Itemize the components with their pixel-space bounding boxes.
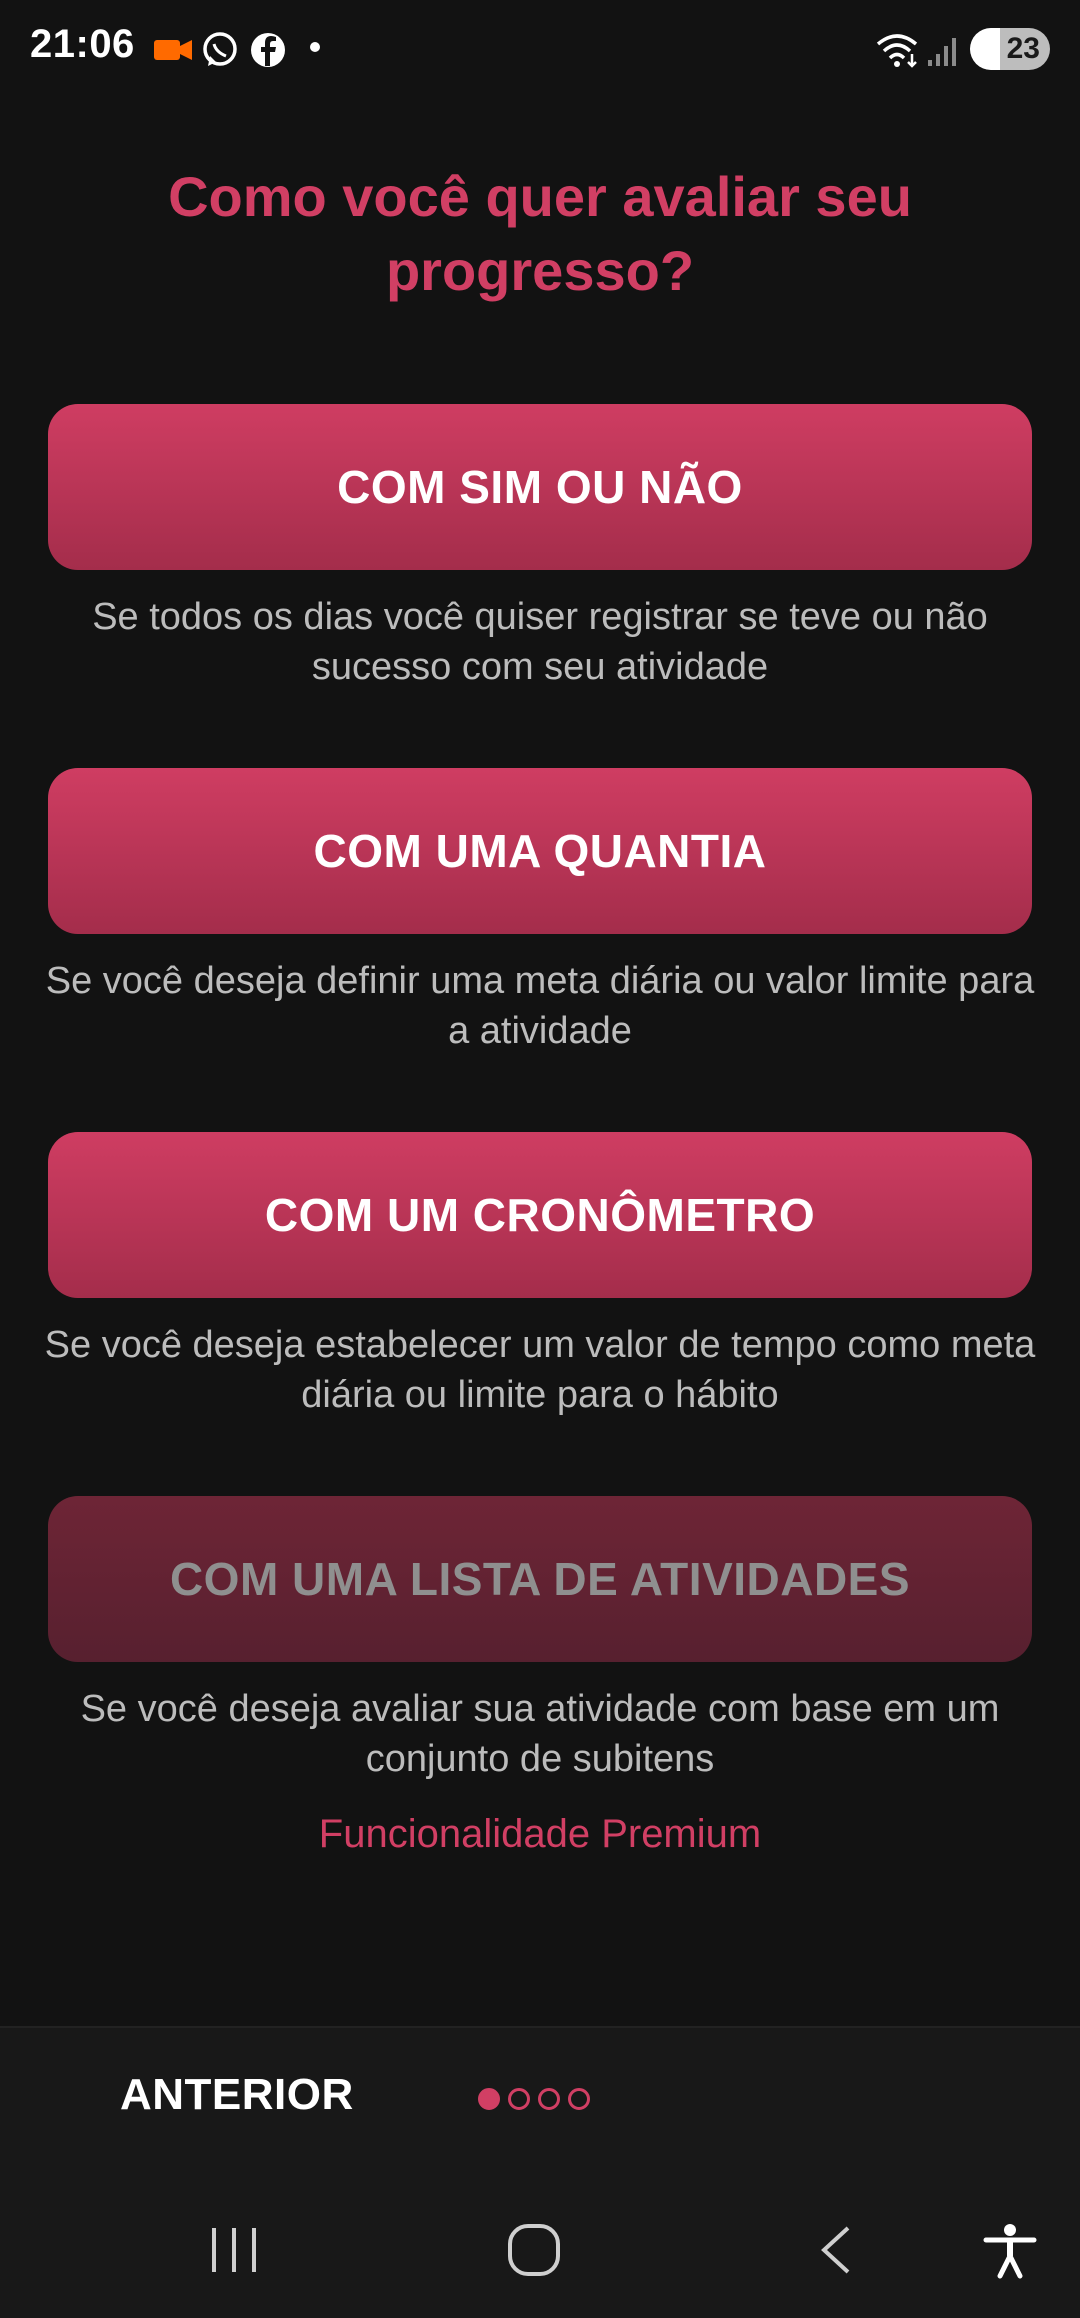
page-dot — [508, 2088, 530, 2110]
battery-bolt-icon — [970, 28, 1000, 70]
signal-icon — [926, 30, 958, 70]
battery-level: 23 — [1006, 32, 1040, 65]
page-dot-active — [478, 2088, 500, 2110]
wifi-icon — [874, 30, 920, 70]
status-time: 21:06 — [30, 22, 135, 66]
page-dot — [568, 2088, 590, 2110]
yes-no-option-button[interactable]: COM SIM OU NÃO — [48, 404, 1032, 570]
yes-no-option-description: Se todos os dias você quiser registrar s… — [92, 596, 988, 688]
video-camera-icon — [152, 30, 196, 70]
accessibility-icon[interactable] — [980, 2220, 1040, 2285]
page-dot — [538, 2088, 560, 2110]
previous-button[interactable]: ANTERIOR — [120, 2070, 354, 2120]
status-bar: 21:06 23 — [0, 0, 1080, 100]
page-indicator — [478, 2088, 590, 2110]
battery-charging-icon: 23 — [970, 28, 1050, 70]
premium-feature-link[interactable]: Funcionalidade Premium — [40, 1812, 1040, 1857]
facebook-icon — [248, 30, 288, 70]
quantity-option-button[interactable]: COM UMA QUANTIA — [48, 768, 1032, 934]
system-navigation-bar — [0, 2200, 1080, 2316]
whatsapp-icon — [200, 30, 240, 70]
timer-option-description: Se você deseja estabelecer um valor de t… — [44, 1324, 1036, 1416]
page-title: Como você quer avaliar seu progresso? — [168, 165, 912, 302]
recent-apps-icon[interactable] — [206, 2220, 262, 2285]
checklist-option-description: Se você deseja avaliar sua atividade com… — [80, 1688, 1000, 1780]
quantity-option-description: Se você deseja definir uma meta diária o… — [45, 960, 1035, 1052]
notification-dot-icon — [308, 40, 322, 80]
back-icon[interactable] — [812, 2220, 862, 2285]
timer-option-button[interactable]: COM UM CRONÔMETRO — [48, 1132, 1032, 1298]
checklist-option-button[interactable]: COM UMA LISTA DE ATIVIDADES — [48, 1496, 1032, 1662]
home-icon[interactable] — [504, 2220, 564, 2285]
